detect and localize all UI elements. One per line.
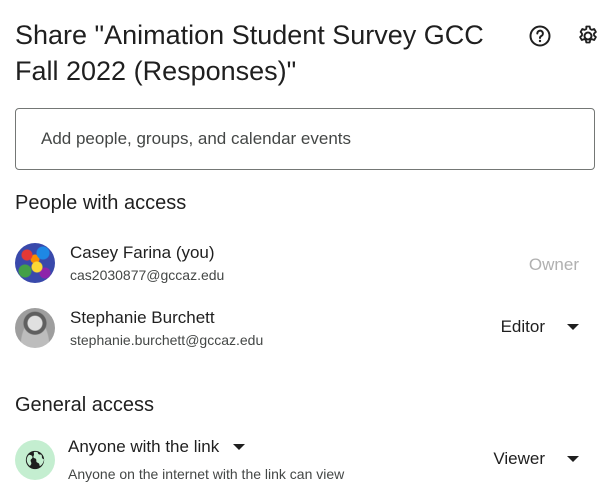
person-row-owner: Casey Farina (you) cas2030877@gccaz.edu …	[15, 240, 599, 290]
dialog-title: Share "Animation Student Survey GCC Fall…	[15, 20, 484, 86]
editor-role-dropdown[interactable]: Editor	[501, 317, 579, 337]
caret-down-icon	[567, 324, 579, 330]
gear-icon	[579, 25, 597, 44]
add-people-input[interactable]	[15, 108, 595, 170]
access-description: Anyone on the internet with the link can…	[68, 466, 345, 482]
role-label: Editor	[500, 317, 545, 336]
avatar	[15, 308, 55, 348]
settings-button[interactable]	[574, 22, 599, 50]
globe-icon	[25, 450, 45, 470]
person-email: stephanie.burchett@gccaz.edu	[70, 332, 264, 348]
person-email: cas2030877@gccaz.edu	[70, 267, 225, 283]
avatar	[15, 243, 55, 283]
owner-role-label: Owner	[528, 255, 579, 274]
caret-down-icon	[567, 456, 579, 462]
general-access-select[interactable]: Anyone with the link	[68, 437, 246, 457]
person-name: Stephanie Burchett	[70, 308, 215, 327]
person-name: Casey Farina (you)	[70, 243, 215, 262]
caret-down-icon	[233, 444, 246, 450]
viewer-role-dropdown[interactable]: Viewer	[493, 449, 579, 469]
general-access-heading: General access	[15, 394, 154, 416]
role-label: Viewer	[493, 449, 545, 468]
globe-icon-badge	[15, 440, 55, 480]
person-row-editor: Stephanie Burchett stephanie.burchett@gc…	[15, 305, 599, 355]
help-button[interactable]	[526, 22, 554, 50]
access-level-label: Anyone with the link	[68, 437, 220, 456]
people-with-access-heading: People with access	[15, 192, 187, 214]
general-access-row: Anyone with the link Anyone on the inter…	[15, 437, 599, 487]
help-circle-icon	[529, 25, 551, 47]
